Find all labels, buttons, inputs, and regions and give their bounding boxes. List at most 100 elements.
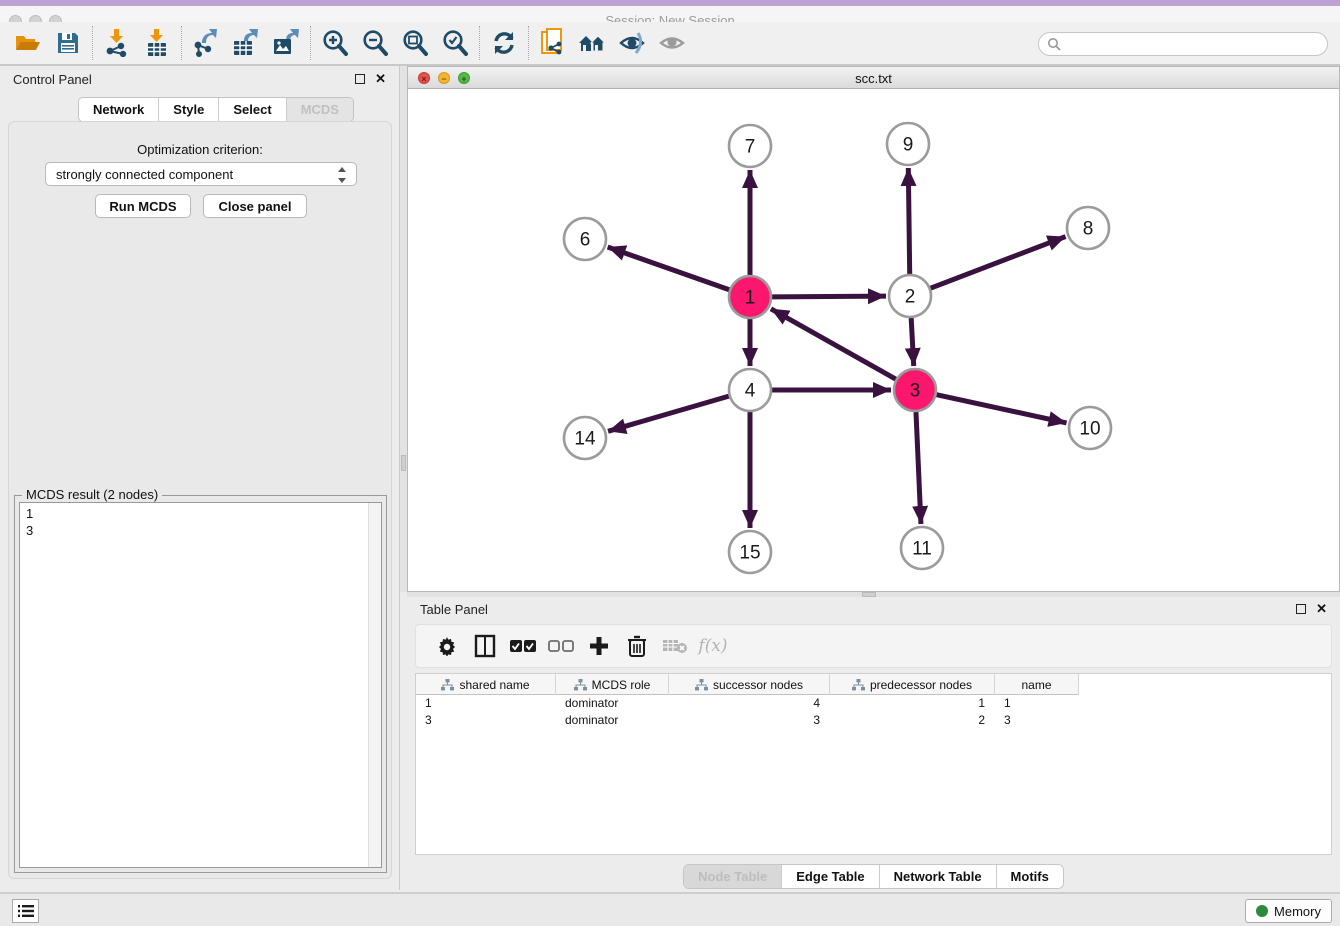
column-header-shared-name[interactable]: shared name: [416, 674, 556, 695]
zoom-in-button[interactable]: [315, 26, 355, 60]
home-view-button[interactable]: [573, 26, 613, 60]
edge-2-3[interactable]: [911, 318, 914, 366]
table-settings-button[interactable]: [428, 631, 466, 661]
edge-1-2[interactable]: [772, 296, 886, 297]
node-label-15: 15: [739, 543, 760, 564]
splitter-handle[interactable]: [401, 455, 406, 471]
table-cell[interactable]: 2: [830, 712, 995, 729]
table-cell[interactable]: 4: [669, 695, 830, 712]
column-header-name[interactable]: name: [995, 674, 1079, 695]
tab-network[interactable]: Network: [79, 98, 159, 121]
trash-icon: [628, 635, 646, 657]
table-cell[interactable]: 1: [416, 695, 556, 712]
tab-node-table[interactable]: Node Table: [684, 865, 782, 888]
select-all-button[interactable]: [504, 631, 542, 661]
memory-status-icon: [1256, 905, 1268, 917]
network-graph-canvas[interactable]: 7968124314101511: [408, 89, 1339, 591]
column-label: shared name: [459, 678, 529, 692]
table-cell[interactable]: dominator: [556, 712, 669, 729]
close-panel-icon[interactable]: ✕: [1316, 601, 1327, 617]
tab-select[interactable]: Select: [219, 98, 286, 121]
delete-column-button[interactable]: [618, 631, 656, 661]
import-table-button[interactable]: [137, 26, 177, 60]
control-panel-header: Control Panel ✕: [0, 66, 399, 94]
zoom-selected-button[interactable]: [435, 26, 475, 60]
close-panel-icon[interactable]: ✕: [375, 71, 386, 87]
edge-3-11[interactable]: [916, 412, 921, 524]
table-cell[interactable]: 3: [669, 712, 830, 729]
edge-3-10[interactable]: [936, 395, 1066, 423]
column-label: successor nodes: [713, 678, 803, 692]
export-image-icon: [272, 29, 300, 57]
show-columns-button[interactable]: [466, 631, 504, 661]
control-panel-title: Control Panel: [13, 72, 92, 87]
run-mcds-button[interactable]: Run MCDS: [95, 194, 191, 218]
open-session-button[interactable]: [8, 26, 48, 60]
column-label: name: [1021, 678, 1051, 692]
import-network-button[interactable]: [97, 26, 137, 60]
float-panel-icon[interactable]: [1296, 604, 1306, 614]
table-cell[interactable]: 3: [995, 712, 1079, 729]
fx-icon: f(x): [698, 636, 727, 656]
search-input[interactable]: [1061, 37, 1301, 51]
optimization-criterion-label: Optimization criterion:: [9, 142, 391, 157]
hide-panels-button[interactable]: [613, 26, 653, 60]
network-from-selection-button[interactable]: [533, 26, 573, 60]
export-table-button[interactable]: [226, 26, 266, 60]
delete-table-button[interactable]: [656, 631, 694, 661]
search-icon: [1047, 37, 1061, 51]
table-cell[interactable]: 1: [995, 695, 1079, 712]
tab-mcds[interactable]: MCDS: [287, 98, 353, 121]
tab-network-table[interactable]: Network Table: [880, 865, 997, 888]
function-builder-button[interactable]: f(x): [694, 631, 732, 661]
column-header-MCDS-role[interactable]: MCDS role: [556, 674, 669, 695]
control-panel: Control Panel ✕ NetworkStyleSelectMCDS O…: [0, 66, 400, 890]
zoom-in-icon: [321, 29, 349, 57]
toolbar-separator: [181, 26, 182, 60]
mcds-result-title: MCDS result (2 nodes): [22, 487, 162, 502]
table-cell[interactable]: dominator: [556, 695, 669, 712]
vertical-splitter[interactable]: [400, 66, 407, 592]
node-label-2: 2: [905, 287, 916, 308]
table-cell[interactable]: 1: [830, 695, 995, 712]
table-row[interactable]: 1dominator411: [416, 695, 1331, 712]
tab-edge-table[interactable]: Edge Table: [782, 865, 879, 888]
zoom-selected-icon: [441, 29, 469, 57]
export-image-button[interactable]: [266, 26, 306, 60]
zoom-fit-button[interactable]: [395, 26, 435, 60]
toolbar-separator: [310, 26, 311, 60]
edge-3-1[interactable]: [771, 309, 896, 379]
table-cell[interactable]: 3: [416, 712, 556, 729]
add-column-button[interactable]: [580, 631, 618, 661]
deselect-all-button[interactable]: [542, 631, 580, 661]
memory-button[interactable]: Memory: [1245, 899, 1332, 923]
edge-2-9[interactable]: [908, 168, 909, 274]
edge-2-8[interactable]: [931, 237, 1066, 289]
unchecked-boxes-icon: [548, 639, 574, 653]
table-toolbar: f(x): [415, 624, 1332, 668]
save-session-button[interactable]: [48, 26, 88, 60]
show-panels-button[interactable]: [653, 26, 693, 60]
float-panel-icon[interactable]: [355, 74, 365, 84]
table-row[interactable]: 3dominator323: [416, 712, 1331, 729]
column-header-successor-nodes[interactable]: successor nodes: [669, 674, 830, 695]
network-from-selection-icon: [540, 28, 566, 58]
close-panel-button[interactable]: Close panel: [203, 194, 307, 218]
refresh-layout-button[interactable]: [484, 26, 524, 60]
export-network-button[interactable]: [186, 26, 226, 60]
optimization-criterion-dropdown[interactable]: strongly connected component: [45, 162, 357, 186]
result-scrollbar[interactable]: [368, 503, 381, 867]
plus-icon: [589, 636, 609, 656]
edge-4-14[interactable]: [608, 396, 729, 431]
node-table[interactable]: shared name MCDS role successor nodes prede…: [415, 673, 1332, 855]
tab-motifs[interactable]: Motifs: [997, 865, 1063, 888]
hierarchy-icon: [574, 679, 587, 691]
search-box[interactable]: [1038, 32, 1328, 56]
list-icon: [18, 904, 34, 918]
node-label-6: 6: [580, 230, 591, 251]
task-history-button[interactable]: [12, 899, 39, 923]
column-header-predecessor-nodes[interactable]: predecessor nodes: [830, 674, 995, 695]
edge-1-6[interactable]: [608, 247, 730, 290]
tab-style[interactable]: Style: [159, 98, 219, 121]
zoom-out-button[interactable]: [355, 26, 395, 60]
